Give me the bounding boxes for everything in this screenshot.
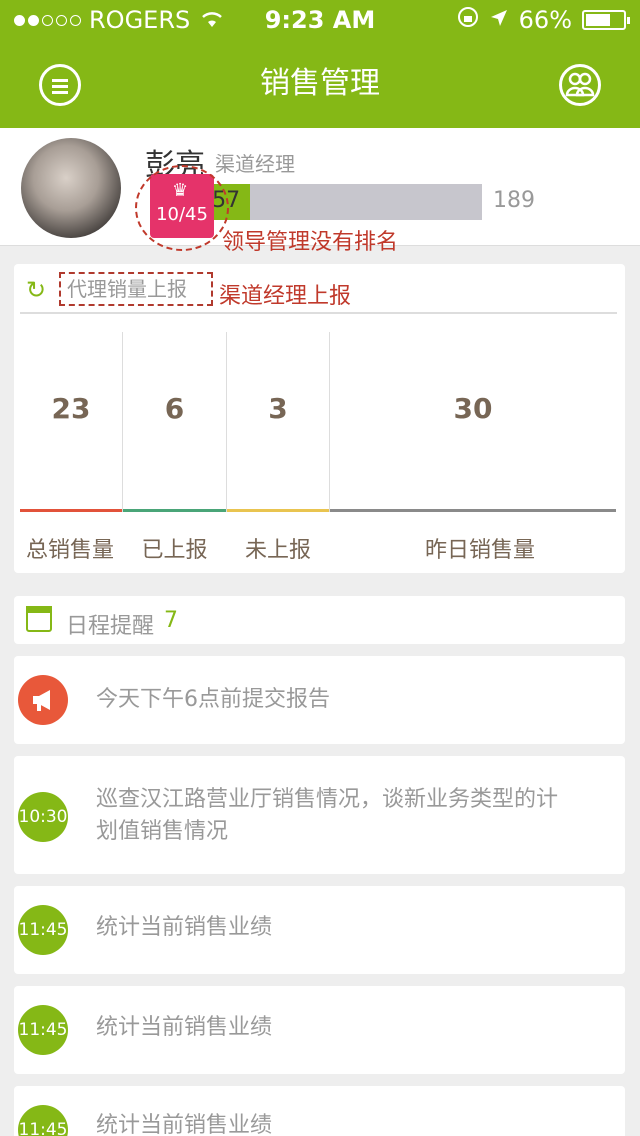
stat-label: 昨日销售量	[424, 538, 535, 563]
status-bar: ROGERS 9:23 AM 66%	[0, 0, 640, 40]
nav-bar: 销售管理	[0, 40, 640, 128]
carrier-name: ROGERS	[89, 6, 191, 34]
stat-underline	[123, 509, 226, 512]
annotation-text: 领导管理没有排名	[222, 230, 399, 255]
report-title[interactable]: 代理销量上报	[59, 272, 213, 306]
sales-report-card: ↻ 代理销量上报 渠道经理上报 23 6 3 30 总销售量 已上报 未上报 昨…	[14, 264, 625, 573]
schedule-item[interactable]: 今天下午6点前提交报告	[14, 656, 625, 744]
divider	[20, 312, 617, 314]
schedule-item[interactable]: 11:45 统计当前销售业绩	[14, 1086, 625, 1136]
schedule-header[interactable]: 日程提醒 7	[14, 596, 625, 644]
schedule-item-text: 统计当前销售业绩	[96, 915, 273, 940]
schedule-item-text: 巡查汉江路营业厅销售情况，谈新业务类型的计划值销售情况	[96, 787, 559, 844]
wifi-icon	[200, 6, 224, 34]
time-badge: 11:45	[18, 1005, 68, 1055]
stat-value: 30	[453, 392, 493, 425]
stat-reported[interactable]: 6	[123, 332, 226, 512]
stat-value: 3	[268, 392, 288, 425]
location-icon	[489, 6, 509, 34]
stat-total[interactable]: 23	[20, 332, 122, 512]
megaphone-icon	[18, 675, 68, 725]
stat-value: 6	[164, 392, 185, 425]
annotation-text: 渠道经理上报	[219, 284, 352, 309]
stat-underline	[227, 509, 329, 512]
schedule-count: 7	[164, 608, 178, 633]
stat-value: 23	[51, 392, 91, 425]
history-icon: ↻	[26, 276, 47, 304]
progress-total: 189	[493, 188, 535, 213]
schedule-item-text: 今天下午6点前提交报告	[96, 687, 330, 712]
schedule-item[interactable]: 11:45 统计当前销售业绩	[14, 886, 625, 974]
users-icon	[565, 72, 595, 97]
schedule-item-text: 统计当前销售业绩	[96, 1113, 273, 1136]
schedule-title: 日程提醒	[66, 614, 155, 639]
page-title: 销售管理	[260, 66, 380, 101]
stat-underline	[330, 509, 616, 512]
battery-icon	[582, 10, 630, 30]
schedule-item[interactable]: 10:30 巡查汉江路营业厅销售情况，谈新业务类型的计划值销售情况	[14, 756, 625, 874]
time-badge: 10:30	[18, 792, 68, 842]
user-role: 渠道经理	[215, 152, 295, 176]
annotation-circle	[135, 165, 229, 251]
contacts-button[interactable]	[559, 64, 601, 106]
signal-icon	[14, 14, 81, 26]
rotation-lock-icon	[457, 6, 479, 34]
carrier: ROGERS	[14, 6, 224, 34]
time-badge: 11:45	[18, 905, 68, 955]
stat-underline	[20, 509, 122, 512]
stat-yesterday[interactable]: 30	[330, 332, 616, 512]
avatar[interactable]	[21, 138, 121, 238]
stat-unreported[interactable]: 3	[227, 332, 329, 512]
stat-label: 已上报	[141, 538, 208, 563]
stat-label: 总销售量	[25, 538, 114, 563]
stat-label: 未上报	[244, 538, 311, 563]
schedule-item-text: 统计当前销售业绩	[96, 1015, 273, 1040]
battery-percent: 66%	[518, 6, 572, 34]
schedule-item[interactable]: 11:45 统计当前销售业绩	[14, 986, 625, 1074]
time-badge: 11:45	[18, 1105, 68, 1136]
calendar-icon	[26, 606, 52, 632]
profile-panel: 彭亮 渠道经理 57 189 ♛ 10/45 领导管理没有排名	[0, 128, 640, 255]
